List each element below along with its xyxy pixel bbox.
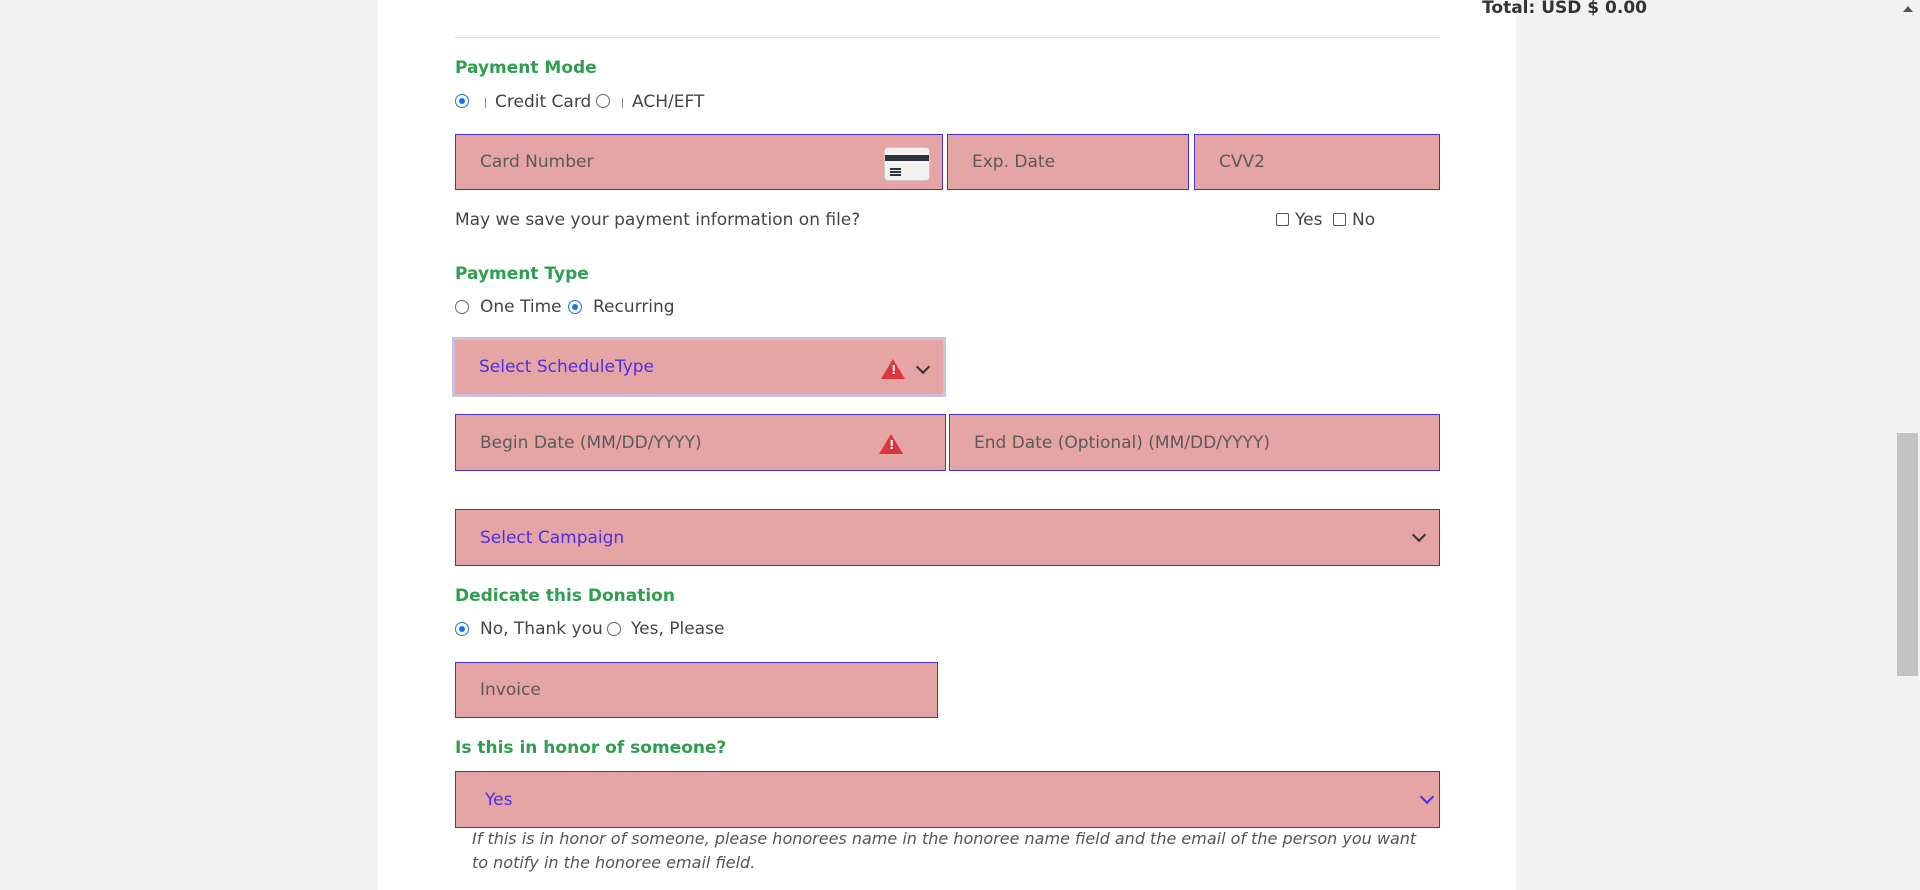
recurring-radio[interactable] [568, 300, 582, 314]
payment-mode-title: Payment Mode [455, 58, 597, 78]
end-date-input[interactable]: End Date (Optional) (MM/DD/YYYY) [949, 414, 1440, 471]
warning-icon: ! [881, 359, 905, 379]
credit-card-radio[interactable] [455, 94, 469, 108]
honor-note: If this is in honor of someone, please h… [472, 829, 1417, 872]
yes-please-label[interactable]: Yes, Please [631, 619, 724, 639]
no-thank-you-label[interactable]: No, Thank you [480, 619, 603, 639]
honor-select[interactable]: Yes [455, 771, 1440, 828]
ach-eft-radio[interactable] [596, 94, 610, 108]
warning-icon: ! [879, 434, 903, 454]
chevron-down-icon [1411, 527, 1427, 543]
card-number-placeholder: Card Number [480, 152, 594, 172]
scrollbar-thumb[interactable] [1897, 433, 1918, 676]
credit-card-label[interactable]: Credit Card [495, 92, 591, 112]
donation-form-panel: Total: USD $ 0.00 Payment Mode Credit Ca… [378, 0, 1647, 890]
begin-date-input[interactable]: Begin Date (MM/DD/YYYY) ! [455, 414, 946, 471]
exp-date-input[interactable]: Exp. Date [947, 134, 1189, 190]
save-yes-label[interactable]: Yes [1295, 210, 1322, 230]
schedule-type-value: Select ScheduleType [479, 357, 655, 377]
cvv-placeholder: CVV2 [1219, 152, 1265, 172]
cvv-input[interactable]: CVV2 [1194, 134, 1440, 190]
ach-eft-label[interactable]: ACH/EFT [632, 92, 704, 112]
honor-value: Yes [485, 789, 513, 810]
scroll-up-arrow-icon[interactable] [1903, 6, 1913, 12]
yes-please-radio[interactable] [607, 622, 621, 636]
divider [485, 98, 486, 108]
payment-type-title: Payment Type [455, 264, 589, 284]
recurring-label[interactable]: Recurring [593, 297, 675, 317]
save-yes-checkbox[interactable] [1276, 213, 1289, 226]
divider [622, 98, 623, 108]
end-date-placeholder: End Date (Optional) (MM/DD/YYYY) [974, 432, 1271, 453]
exp-date-placeholder: Exp. Date [972, 152, 1056, 172]
save-payment-question: May we save your payment information on … [455, 210, 861, 230]
save-no-label[interactable]: No [1352, 210, 1375, 230]
no-thank-you-radio[interactable] [455, 622, 469, 636]
order-total: Total: USD $ 0.00 [1482, 0, 1647, 18]
begin-date-placeholder: Begin Date (MM/DD/YYYY) [480, 432, 702, 453]
invoice-input[interactable]: Invoice [455, 662, 938, 718]
schedule-type-select[interactable]: Select ScheduleType ! [452, 337, 946, 397]
chevron-down-icon [1419, 789, 1435, 805]
card-number-input[interactable]: Card Number [455, 134, 943, 190]
credit-card-icon [884, 147, 930, 181]
one-time-radio[interactable] [455, 300, 469, 314]
chevron-down-icon [915, 359, 931, 375]
campaign-select[interactable]: Select Campaign [455, 509, 1440, 566]
dedicate-title: Dedicate this Donation [455, 586, 675, 606]
save-no-checkbox[interactable] [1333, 213, 1346, 226]
one-time-label[interactable]: One Time [480, 297, 562, 317]
divider [455, 37, 1440, 38]
honor-title: Is this in honor of someone? [455, 738, 727, 758]
invoice-placeholder: Invoice [480, 680, 541, 700]
campaign-value: Select Campaign [480, 527, 625, 548]
